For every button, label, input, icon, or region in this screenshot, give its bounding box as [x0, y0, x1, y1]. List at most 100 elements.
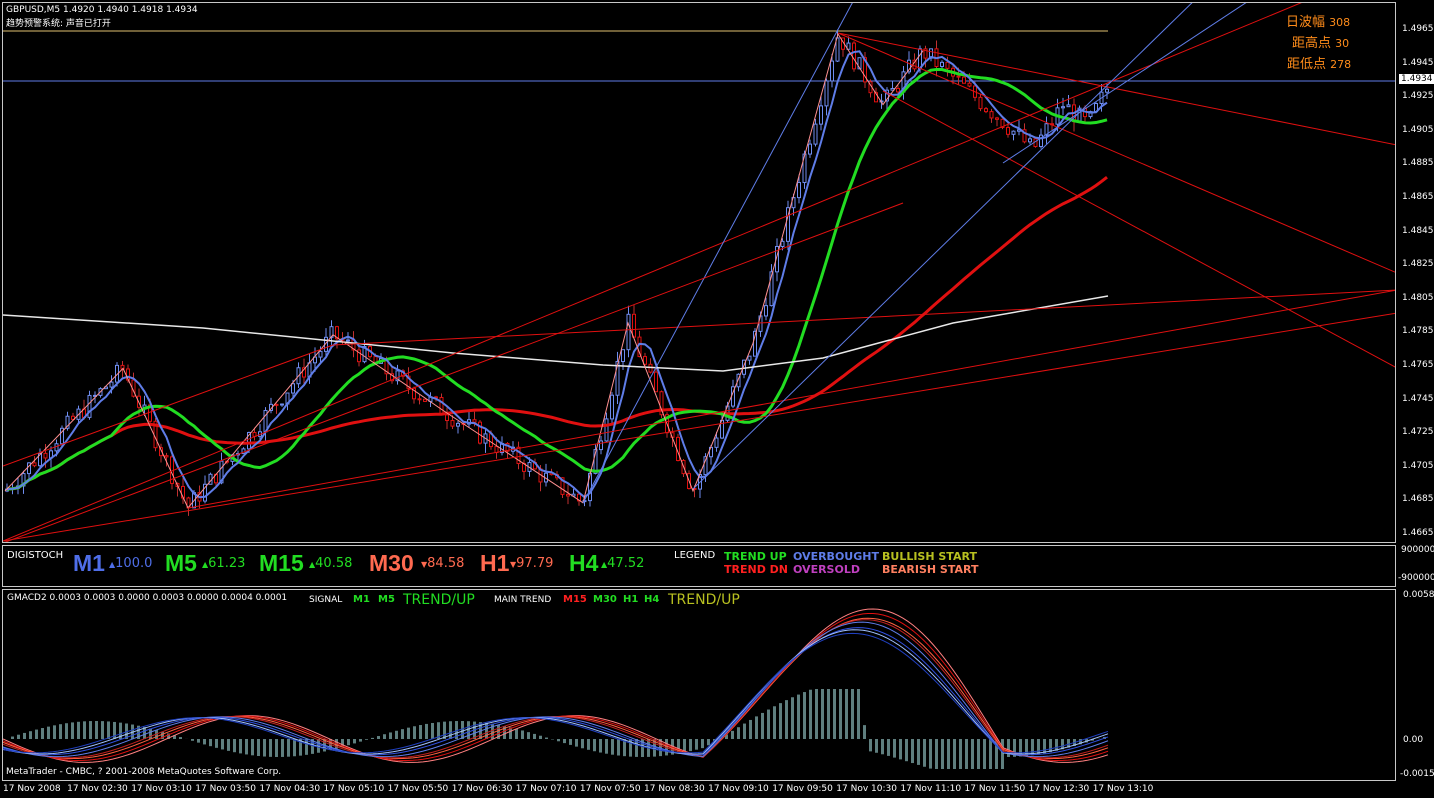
stoch-m30-label: M30	[369, 550, 414, 576]
macd-histogram-bar	[1055, 739, 1058, 751]
macd-histogram-bar	[851, 689, 854, 739]
signal-m5: M5	[378, 594, 395, 605]
price-axis-label: 1.4945	[1402, 57, 1434, 68]
ma-green	[6, 67, 1108, 491]
stoch-m15-value: ▲40.58	[309, 556, 353, 571]
trend-line	[3, 3, 1302, 542]
macd-histogram-bar	[557, 739, 560, 742]
macd-histogram-bar	[1001, 739, 1004, 769]
price-axis-label: 1.4725	[1402, 427, 1434, 438]
main-m30: M30	[593, 594, 617, 605]
macd-histogram-bar	[95, 721, 98, 739]
macd-histogram-bar	[599, 739, 602, 753]
candle-body	[445, 414, 449, 422]
macd-histogram-bar	[47, 726, 50, 739]
candle-body	[852, 42, 856, 70]
info-dist-low-value: 278	[1330, 58, 1352, 71]
price-chart-pane[interactable]: GBPUSD,M5 1.4920 1.4940 1.4918 1.4934 趋势…	[2, 2, 1396, 543]
macd-histogram-bar	[221, 739, 224, 750]
legend-bullish-start: BULLISH START	[882, 550, 977, 563]
candle-body	[967, 82, 972, 87]
main-trend: TREND/UP	[668, 592, 740, 608]
trend-line	[4, 202, 904, 542]
candle-body	[956, 75, 961, 78]
main-m15: M15	[563, 594, 587, 605]
stoch-h1-value: ▼97.79	[510, 556, 554, 571]
time-axis-label: 17 Nov 03:50	[195, 784, 256, 794]
info-dist-low-label: 距低点	[1287, 57, 1327, 72]
macd-histogram-bar	[989, 739, 992, 769]
macd-histogram-bar	[767, 709, 770, 739]
gmacd-title: GMACD2 0.0003 0.0003 0.0000 0.0003 0.000…	[7, 593, 288, 603]
macd-histogram-bar	[965, 739, 968, 769]
stoch-h1-label: H1	[480, 550, 510, 576]
candle-body	[1006, 126, 1010, 135]
macd-histogram-bar	[77, 721, 80, 739]
macd-histogram-bar	[203, 739, 206, 745]
macd-histogram-bar	[425, 723, 428, 739]
macd-histogram-bar	[251, 739, 254, 756]
digistoch-pane[interactable]: DIGISTOCH M1 ▲100.0 M5 ▲61.23 M15 ▲40.58…	[2, 545, 1396, 587]
macd-histogram-bar	[887, 739, 890, 756]
candle-body	[450, 420, 455, 427]
candle-body	[318, 350, 323, 358]
candle-body	[280, 403, 284, 406]
candle-body	[654, 371, 658, 393]
macd-histogram-bar	[389, 732, 392, 739]
time-axis-label: 17 Nov 07:50	[579, 784, 641, 794]
macd-histogram-bar	[869, 739, 872, 752]
macd-histogram-bar	[293, 739, 296, 757]
macd-histogram-bar	[797, 694, 800, 739]
stoch-axis-bottom: -9000000	[1398, 573, 1434, 583]
signal-m1: M1	[353, 594, 370, 605]
time-axis-label: 17 Nov 10:30	[836, 784, 897, 794]
price-chart-canvas[interactable]	[3, 3, 1396, 543]
macd-histogram-bar	[569, 739, 572, 745]
macd-histogram-bar	[401, 729, 404, 739]
stoch-m15-label: M15	[259, 550, 304, 576]
macd-histogram-bar	[605, 739, 608, 754]
macd-histogram-bar	[65, 723, 68, 739]
macd-histogram-bar	[593, 739, 596, 752]
macd-histogram-bar	[71, 722, 74, 739]
candle-body	[626, 313, 631, 351]
macd-histogram-bar	[527, 732, 530, 739]
time-axis-label: 17 Nov 07:10	[515, 784, 577, 794]
candle-body	[945, 61, 950, 69]
time-axis-label: 17 Nov 11:10	[900, 784, 962, 794]
price-axis-label: 1.4685	[1402, 494, 1434, 505]
macd-histogram-bar	[545, 737, 548, 739]
info-dist-high-value: 30	[1335, 37, 1350, 50]
macd-histogram-bar	[287, 739, 290, 757]
macd-histogram-bar	[827, 689, 830, 739]
candle-body	[566, 493, 570, 497]
price-axis-label: 1.4825	[1402, 259, 1434, 270]
macd-histogram-bar	[59, 724, 62, 739]
macd-histogram-bar	[539, 735, 542, 739]
candle-body	[747, 355, 752, 361]
gmacd-pane[interactable]: GMACD2 0.0003 0.0003 0.0000 0.0003 0.000…	[2, 589, 1396, 781]
candle-body	[472, 419, 477, 423]
candle-body	[797, 182, 801, 199]
macd-canvas[interactable]	[3, 590, 1396, 781]
macd-histogram-bar	[773, 706, 776, 739]
macd-histogram-bar	[23, 732, 26, 739]
macd-histogram-bar	[149, 728, 152, 739]
candle-body	[1105, 88, 1109, 93]
candle-body	[989, 111, 994, 119]
candle-body	[599, 440, 603, 451]
candle-body	[610, 394, 614, 420]
macd-axis-bottom: -0.0015	[1400, 769, 1434, 779]
macd-histogram-bar	[701, 739, 704, 749]
macd-histogram-bar	[83, 721, 86, 739]
info-daily-range: 日波幅 308	[1286, 11, 1350, 30]
time-axis-label: 17 Nov 05:50	[387, 784, 449, 794]
macd-histogram-bar	[845, 689, 848, 739]
macd-histogram-bar	[923, 739, 926, 767]
macd-histogram-bar	[959, 739, 962, 769]
macd-histogram-bar	[371, 737, 374, 739]
macd-histogram-bar	[107, 721, 110, 739]
macd-histogram-bar	[695, 739, 698, 750]
macd-histogram-bar	[53, 725, 56, 739]
macd-histogram-bar	[875, 739, 878, 753]
